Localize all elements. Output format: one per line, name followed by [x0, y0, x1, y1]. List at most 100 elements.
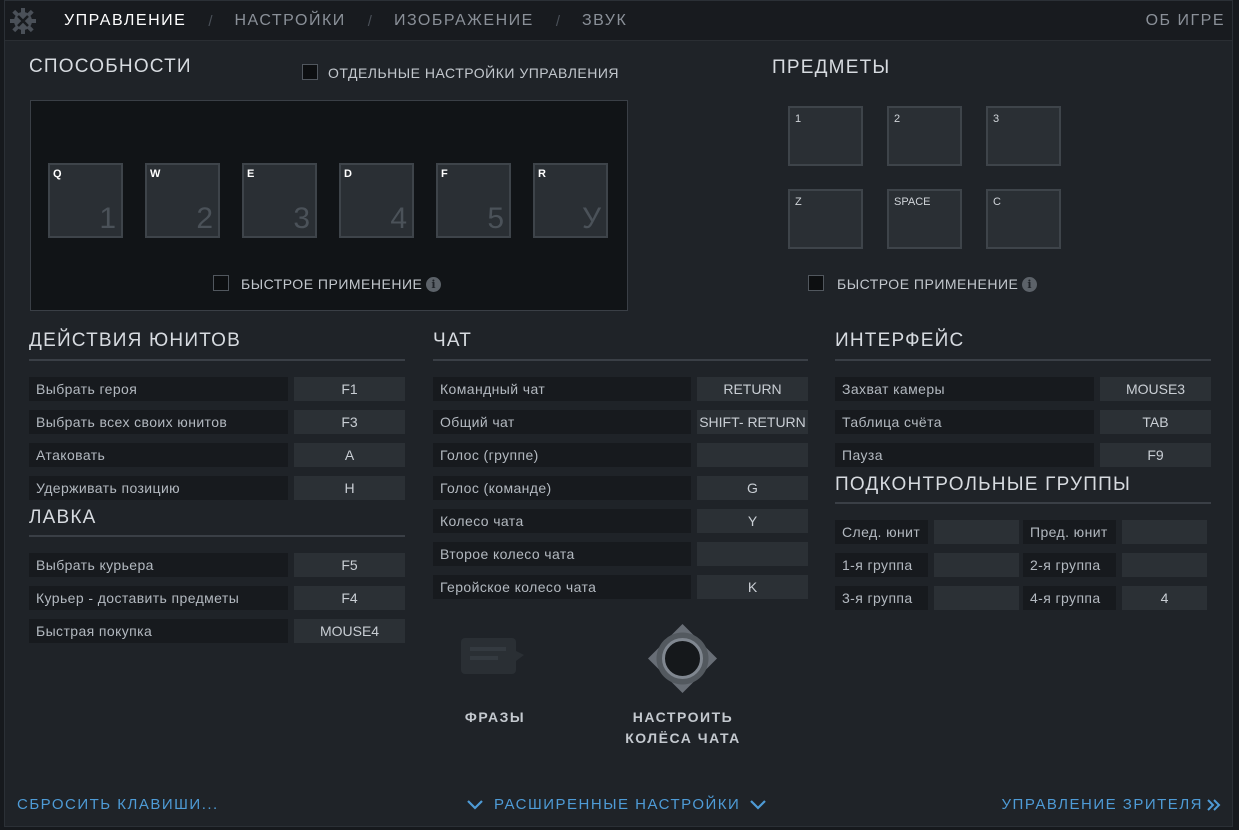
ability-quick-cast-checkbox[interactable] — [213, 275, 229, 291]
item-slot-6[interactable]: C — [986, 189, 1061, 249]
configure-wheel-label-line2[interactable]: КОЛЁСА ЧАТА — [603, 730, 763, 746]
abilities-panel: Q 1 W 2 E 3 D 4 F 5 R У БЫСТРОЕ ПРИМЕНЕН… — [30, 100, 628, 311]
chevron-down-icon — [750, 799, 767, 810]
advanced-settings-toggle[interactable]: РАСШИРЕННЫЕ НАСТРОЙКИ — [466, 796, 767, 813]
ability-slot-3[interactable]: E 3 — [242, 163, 317, 238]
binding-label: Таблица счёта — [835, 410, 1094, 434]
binding-key-button[interactable]: G — [697, 476, 808, 500]
chat-bubble-icon[interactable] — [458, 635, 530, 685]
binding-key-button[interactable]: MOUSE4 — [294, 619, 405, 643]
binding-key-button[interactable]: SHIFT- RETURN — [697, 410, 808, 434]
binding-key-button[interactable] — [697, 542, 808, 566]
ability-slot-2[interactable]: W 2 — [145, 163, 220, 238]
binding-key-button[interactable]: F5 — [294, 553, 405, 577]
binding-key-button[interactable] — [934, 586, 1019, 610]
ability-quick-cast-label: БЫСТРОЕ ПРИМЕНЕНИЕ — [241, 276, 423, 292]
item-slot-4[interactable]: Z — [788, 189, 863, 249]
tab-audio[interactable]: ЗВУК — [582, 12, 627, 30]
item-slot-3[interactable]: 3 — [986, 106, 1061, 166]
binding-key-button[interactable] — [697, 443, 808, 467]
item-key: 2 — [894, 113, 901, 125]
item-quick-cast-checkbox[interactable] — [808, 275, 824, 291]
separate-settings-checkbox[interactable] — [302, 64, 318, 80]
interface-title: ИНТЕРФЕЙС — [835, 330, 965, 351]
tab-settings[interactable]: НАСТРОЙКИ — [235, 12, 346, 30]
binding-key-button[interactable]: H — [294, 476, 405, 500]
section-divider — [29, 359, 405, 361]
spectator-controls-label: УПРАВЛЕНИЕ ЗРИТЕЛЯ — [1001, 796, 1203, 813]
reset-keys-link[interactable]: СБРОСИТЬ КЛАВИШИ... — [17, 796, 219, 813]
binding-key-button[interactable]: F3 — [294, 410, 405, 434]
item-key: 3 — [993, 113, 1000, 125]
binding-key-button[interactable] — [1122, 520, 1207, 544]
ability-number: 2 — [196, 202, 213, 235]
binding-key-button[interactable]: A — [294, 443, 405, 467]
ability-number: 3 — [293, 202, 310, 235]
binding-key-button[interactable]: F1 — [294, 377, 405, 401]
item-key: SPACE — [894, 196, 931, 208]
binding-key-button[interactable]: K — [697, 575, 808, 599]
binding-key-button[interactable] — [934, 553, 1019, 577]
advanced-settings-label: РАСШИРЕННЫЕ НАСТРОЙКИ — [494, 796, 741, 813]
binding-label: 1-я группа — [835, 553, 928, 577]
binding-key-button[interactable]: 4 — [1122, 586, 1207, 610]
tab-video[interactable]: ИЗОБРАЖЕНИЕ — [394, 12, 534, 30]
separate-settings-label: ОТДЕЛЬНЫЕ НАСТРОЙКИ УПРАВЛЕНИЯ — [328, 65, 620, 81]
binding-key-button[interactable]: RETURN — [697, 377, 808, 401]
binding-label: 2-я группа — [1023, 553, 1116, 577]
binding-key-button[interactable]: F9 — [1100, 443, 1211, 467]
binding-label: Пауза — [835, 443, 1094, 467]
item-key: 1 — [795, 113, 802, 125]
ability-key: R — [538, 168, 546, 180]
tab-separator: / — [367, 12, 372, 30]
binding-label: Командный чат — [433, 377, 691, 401]
ability-number: У — [581, 202, 601, 235]
ability-slot-1[interactable]: Q 1 — [48, 163, 123, 238]
item-slot-5[interactable]: SPACE — [887, 189, 962, 249]
binding-key-button[interactable]: TAB — [1100, 410, 1211, 434]
ability-number: 4 — [390, 202, 407, 235]
info-icon[interactable]: i — [426, 277, 441, 292]
tab-separator: / — [208, 12, 213, 30]
binding-label: Общий чат — [433, 410, 691, 434]
item-key: C — [993, 196, 1001, 208]
dota-gear-icon[interactable] — [9, 7, 37, 35]
binding-key-button[interactable]: F4 — [294, 586, 405, 610]
binding-label: Выбрать героя — [29, 377, 288, 401]
binding-label: Пред. юнит — [1023, 520, 1116, 544]
shop-title: ЛАВКА — [29, 507, 97, 528]
phrases-label[interactable]: ФРАЗЫ — [445, 709, 545, 725]
binding-label: Второе колесо чата — [433, 542, 691, 566]
binding-key-button[interactable] — [1122, 553, 1207, 577]
binding-label: Голос (группе) — [433, 443, 691, 467]
info-icon[interactable]: i — [1022, 277, 1037, 292]
binding-key-button[interactable]: Y — [697, 509, 808, 533]
tab-controls[interactable]: УПРАВЛЕНИЕ — [64, 12, 186, 30]
binding-label: Захват камеры — [835, 377, 1094, 401]
binding-label: Атаковать — [29, 443, 288, 467]
ability-slot-5[interactable]: F 5 — [436, 163, 511, 238]
ability-key: E — [247, 168, 255, 180]
settings-window: УПРАВЛЕНИЕ / НАСТРОЙКИ / ИЗОБРАЖЕНИЕ / З… — [4, 0, 1233, 827]
item-quick-cast-label: БЫСТРОЕ ПРИМЕНЕНИЕ — [837, 276, 1019, 292]
binding-label: Выбрать курьера — [29, 553, 288, 577]
top-nav-bar: УПРАВЛЕНИЕ / НАСТРОЙКИ / ИЗОБРАЖЕНИЕ / З… — [5, 1, 1232, 41]
ability-slot-4[interactable]: D 4 — [339, 163, 414, 238]
binding-key-button[interactable] — [934, 520, 1019, 544]
ability-key: Q — [53, 168, 62, 180]
chat-wheel-icon[interactable] — [645, 621, 720, 696]
item-slot-2[interactable]: 2 — [887, 106, 962, 166]
items-title: ПРЕДМЕТЫ — [772, 57, 891, 78]
binding-label: След. юнит — [835, 520, 928, 544]
item-slot-1[interactable]: 1 — [788, 106, 863, 166]
ability-key: D — [344, 168, 352, 180]
tabs: УПРАВЛЕНИЕ / НАСТРОЙКИ / ИЗОБРАЖЕНИЕ / З… — [64, 12, 627, 30]
binding-key-button[interactable]: MOUSE3 — [1100, 377, 1211, 401]
tab-about[interactable]: ОБ ИГРЕ — [1146, 12, 1225, 30]
configure-wheel-label-line1[interactable]: НАСТРОИТЬ — [603, 709, 763, 725]
ability-number: 5 — [487, 202, 504, 235]
spectator-controls-link[interactable]: УПРАВЛЕНИЕ ЗРИТЕЛЯ — [1002, 796, 1222, 813]
ability-slot-ultimate[interactable]: R У — [533, 163, 608, 238]
binding-label: 3-я группа — [835, 586, 928, 610]
section-divider — [29, 535, 405, 537]
